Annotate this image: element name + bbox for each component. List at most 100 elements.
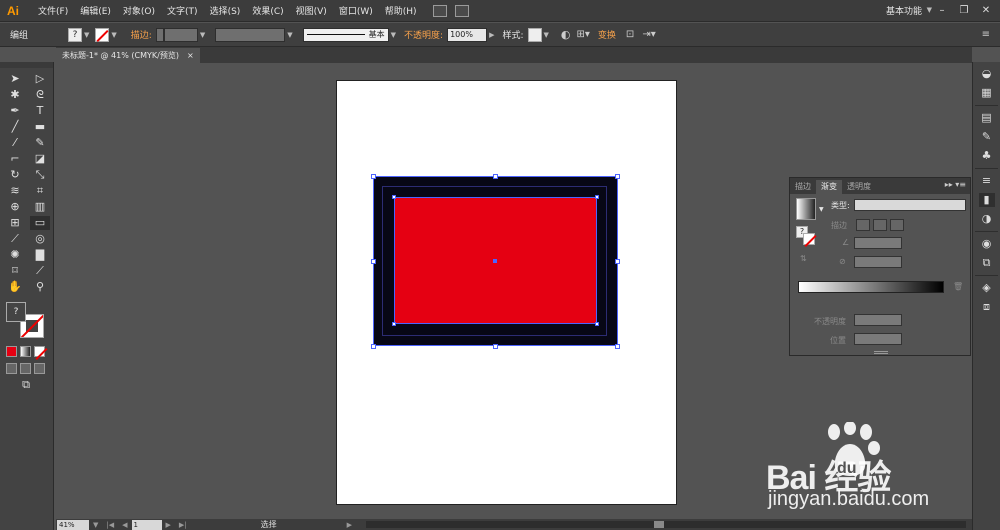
resize-handle[interactable] <box>615 259 620 264</box>
blob-brush-tool-icon[interactable]: ⌐ <box>5 152 25 166</box>
anchor-point[interactable] <box>392 195 396 199</box>
workspace-switcher[interactable]: 基本功能 <box>886 4 922 17</box>
blend-tool-icon[interactable]: ◎ <box>30 232 50 246</box>
shape-builder-tool-icon[interactable]: ⊕ <box>5 200 25 214</box>
warp-tool-icon[interactable]: ≋ <box>5 184 25 198</box>
document-tab[interactable]: 未标题-1* @ 41% (CMYK/预览) × <box>56 48 200 63</box>
panel-options-icon[interactable]: ⇥▾ <box>642 29 655 40</box>
gradient-preview-swatch[interactable] <box>796 198 816 220</box>
menu-view[interactable]: 视图(V) <box>290 4 333 17</box>
align-options-icon[interactable]: ⊞▾ <box>577 29 590 40</box>
panel-menu-icon[interactable]: ▸▸ ▾≡ <box>945 180 966 189</box>
chevron-right-icon[interactable]: ▶ <box>489 31 494 39</box>
artboard-number-field[interactable]: 1 <box>131 519 162 530</box>
first-page-icon[interactable]: |◀ <box>106 521 114 529</box>
tab-stroke[interactable]: 描边 <box>790 180 816 194</box>
stroke-gradient-option[interactable] <box>890 219 904 231</box>
stroke-weight-stepper[interactable] <box>155 27 164 42</box>
artboard-tool-icon[interactable]: ⌑ <box>5 264 25 278</box>
stroke-label[interactable]: 描边: <box>131 28 152 41</box>
rectangle-tool-icon[interactable]: ▬ <box>30 120 50 134</box>
color-mode-button[interactable] <box>6 346 17 357</box>
chevron-down-icon[interactable]: ▼ <box>287 31 292 39</box>
chevron-down-icon[interactable]: ▼ <box>391 31 396 39</box>
stroke-weight-field[interactable] <box>163 27 198 42</box>
graphic-style-swatch[interactable] <box>527 27 542 42</box>
resize-handle[interactable] <box>493 174 498 179</box>
resize-handle[interactable] <box>371 174 376 179</box>
direct-selection-tool-icon[interactable]: ▷ <box>30 72 50 86</box>
resize-handle[interactable] <box>371 259 376 264</box>
eyedropper-tool-icon[interactable]: ⟋ <box>5 232 25 246</box>
resize-handle[interactable] <box>615 174 620 179</box>
stroke-gradient-option[interactable] <box>873 219 887 231</box>
graphic-styles-icon[interactable]: ⧉ <box>979 256 995 270</box>
transform-link[interactable]: 变换 <box>598 28 616 41</box>
tab-transparency[interactable]: 透明度 <box>842 180 876 194</box>
chevron-down-icon[interactable]: ▼ <box>200 31 205 39</box>
menu-edit[interactable]: 编辑(E) <box>74 4 117 17</box>
resize-handle[interactable] <box>493 344 498 349</box>
control-panel-menu-icon[interactable]: ≡ <box>982 29 990 40</box>
chevron-down-icon[interactable]: ▼ <box>111 31 116 39</box>
draw-normal-icon[interactable] <box>6 363 17 374</box>
chevron-down-icon[interactable]: ▼ <box>544 31 549 39</box>
next-page-icon[interactable]: ▶ <box>166 521 171 529</box>
stroke-swatch[interactable] <box>95 27 110 42</box>
location-field[interactable] <box>854 333 902 345</box>
gradient-type-select[interactable] <box>854 199 966 211</box>
menu-help[interactable]: 帮助(H) <box>379 4 423 17</box>
brush-definition-dropdown[interactable]: 基本 <box>302 27 389 42</box>
swatches-icon[interactable]: ▤ <box>979 111 995 125</box>
type-tool-icon[interactable]: T <box>30 104 50 118</box>
opacity-label[interactable]: 不透明度: <box>404 28 443 41</box>
last-page-icon[interactable]: ▶| <box>179 521 187 529</box>
color-panel-icon[interactable]: ◒ <box>979 67 995 81</box>
pencil-tool-icon[interactable]: ✎ <box>30 136 50 150</box>
hand-tool-icon[interactable]: ✋ <box>5 280 25 294</box>
horizontal-scrollbar[interactable] <box>366 521 966 528</box>
gradient-mode-button[interactable] <box>20 346 31 357</box>
resize-handle[interactable] <box>615 344 620 349</box>
menu-effect[interactable]: 效果(C) <box>246 4 289 17</box>
menu-object[interactable]: 对象(O) <box>117 4 161 17</box>
fill-color-box[interactable]: ? <box>6 302 26 322</box>
chevron-down-icon[interactable]: ▼ <box>93 521 98 529</box>
chevron-down-icon[interactable]: ▼ <box>819 206 824 213</box>
minimize-button[interactable]: – <box>932 2 952 18</box>
mesh-tool-icon[interactable]: ⊞ <box>5 216 25 230</box>
menu-select[interactable]: 选择(S) <box>204 4 247 17</box>
recolor-artwork-icon[interactable]: ◐ <box>561 28 571 41</box>
current-tool-status[interactable]: 选择 <box>261 519 277 530</box>
selection-tool-icon[interactable]: ➤ <box>5 72 25 86</box>
screen-mode-icon[interactable]: ⧉ <box>16 378 36 392</box>
panel-resize-grip[interactable] <box>874 351 888 354</box>
chevron-down-icon[interactable]: ▼ <box>84 31 89 39</box>
tab-gradient[interactable]: 渐变 <box>816 180 842 194</box>
arrange-documents-icon[interactable] <box>454 4 469 17</box>
variable-width-profile[interactable] <box>215 27 286 42</box>
stroke-swatch-small[interactable]: ? <box>796 226 816 246</box>
pen-tool-icon[interactable]: ✒ <box>5 104 25 118</box>
chevron-right-icon[interactable]: ▶ <box>347 521 352 529</box>
magic-wand-tool-icon[interactable]: ✱ <box>5 88 25 102</box>
anchor-point[interactable] <box>392 322 396 326</box>
menu-type[interactable]: 文字(T) <box>161 4 204 17</box>
resize-handle[interactable] <box>371 344 376 349</box>
brushes-icon[interactable]: ✎ <box>979 130 995 144</box>
free-transform-tool-icon[interactable]: ⌗ <box>30 184 50 198</box>
color-guide-icon[interactable]: ▦ <box>979 86 995 100</box>
perspective-grid-tool-icon[interactable]: ▥ <box>30 200 50 214</box>
gradient-panel-icon[interactable]: ▮ <box>978 193 995 207</box>
previous-page-icon[interactable]: ◀ <box>122 521 127 529</box>
stroke-gradient-option[interactable] <box>856 219 870 231</box>
rotate-tool-icon[interactable]: ↻ <box>5 168 25 182</box>
transparency-panel-icon[interactable]: ◑ <box>979 212 995 226</box>
symbols-icon[interactable]: ♣ <box>979 149 995 163</box>
draw-inside-icon[interactable] <box>34 363 45 374</box>
opacity-field[interactable] <box>854 314 902 326</box>
draw-behind-icon[interactable] <box>20 363 31 374</box>
aspect-ratio-field[interactable] <box>854 256 902 268</box>
gradient-tool-icon[interactable]: ▭ <box>30 216 50 230</box>
menu-window[interactable]: 窗口(W) <box>333 4 379 17</box>
